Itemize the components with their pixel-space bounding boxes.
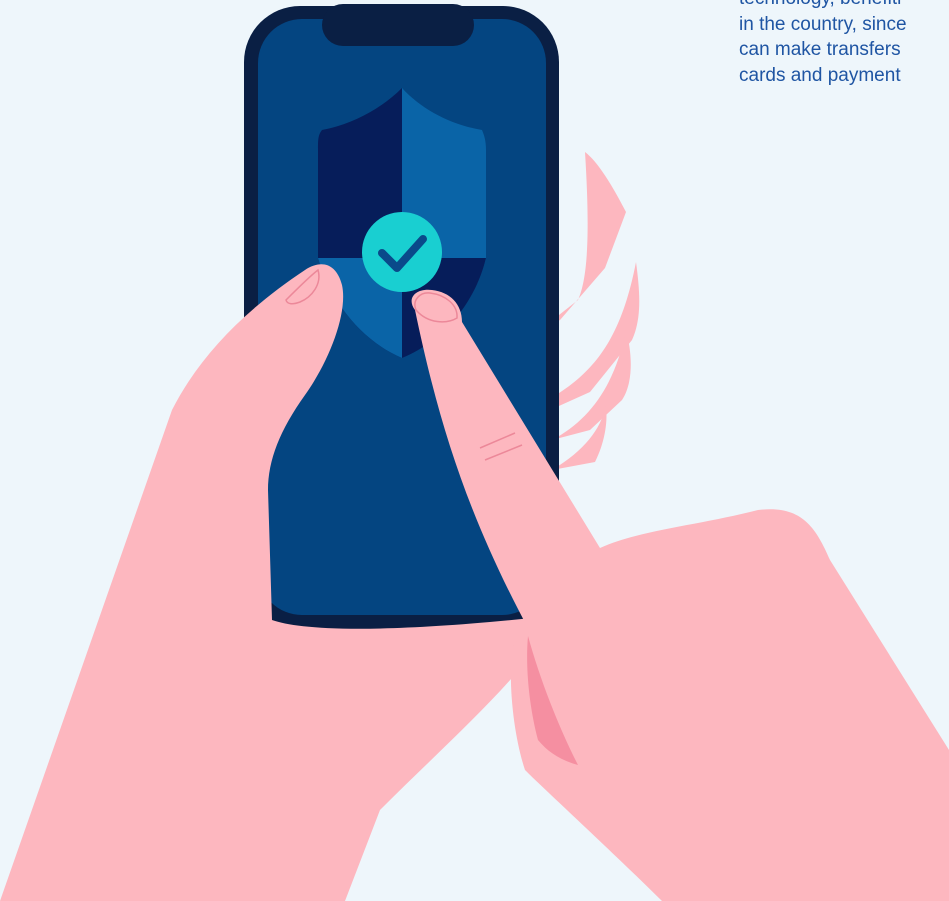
phone-notch — [322, 4, 474, 46]
paragraph-line: cards and payment — [739, 64, 901, 86]
intro-paragraph: technology, benefiti in the country, sin… — [739, 0, 949, 88]
paragraph-line: technology, benefiti — [739, 0, 949, 12]
check-circle — [362, 212, 442, 292]
phone-security-illustration — [0, 4, 949, 901]
paragraph-line: can make transfers — [739, 39, 901, 60]
illustration-stage: technology, benefiti in the country, sin… — [0, 0, 949, 901]
paragraph-line: in the country, since — [739, 13, 907, 35]
